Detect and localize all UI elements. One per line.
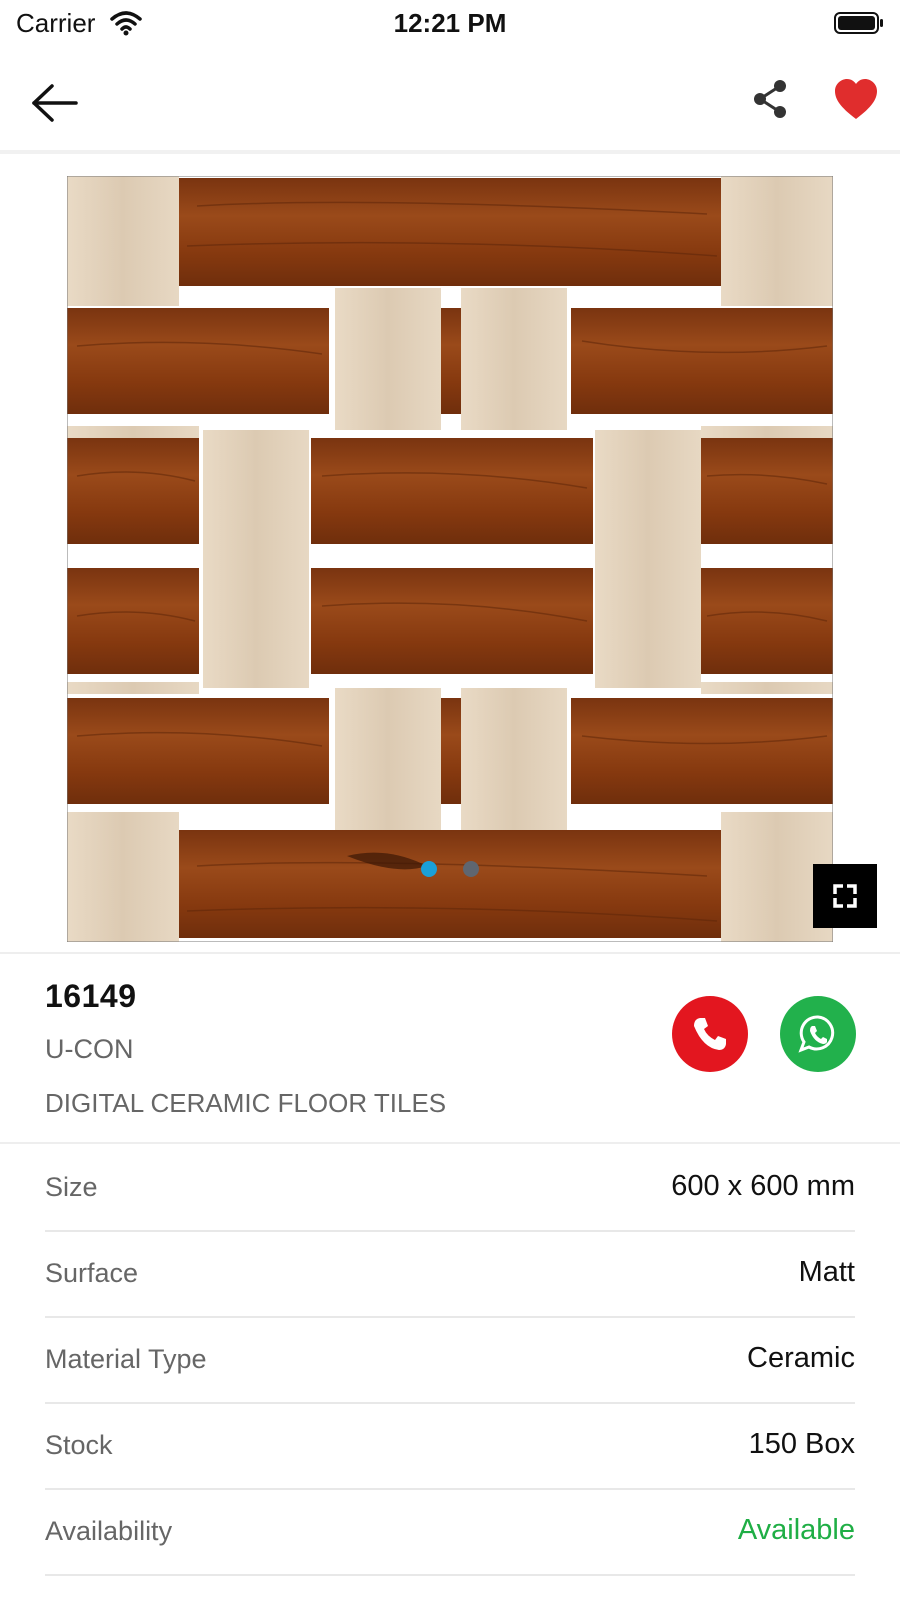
carousel-dot-1[interactable] (420, 861, 437, 877)
product-image-carousel[interactable] (0, 156, 900, 952)
spec-row-availability: Availability Available (45, 1490, 855, 1576)
spec-label: Material Type (45, 1344, 207, 1374)
clock: 12:21 PM (393, 8, 507, 38)
spec-value: 600 x 600 mm (671, 1170, 855, 1202)
whatsapp-button[interactable] (780, 996, 856, 1072)
nav-bar (0, 56, 900, 148)
product-id: 16149 (45, 978, 137, 1014)
back-arrow-icon[interactable] (28, 78, 84, 128)
spec-row-material-type: Material Type Ceramic (45, 1318, 855, 1404)
image-divider (0, 952, 900, 954)
status-bar: Carrier 12:21 PM (0, 0, 900, 48)
product-brand: U-CON (45, 1034, 134, 1064)
spec-row-stock: Stock 150 Box (45, 1404, 855, 1490)
tile-pattern-image (67, 176, 833, 942)
expand-icon (833, 884, 857, 908)
carousel-pagination (0, 861, 900, 881)
battery-icon (834, 12, 883, 34)
spec-row-size: Size 600 x 600 mm (45, 1146, 855, 1232)
share-icon[interactable] (748, 76, 792, 124)
info-divider (0, 1142, 900, 1144)
spec-label: Stock (45, 1430, 113, 1460)
spec-row-surface: Surface Matt (45, 1232, 855, 1318)
spec-value: Ceramic (747, 1342, 855, 1374)
call-button[interactable] (672, 996, 748, 1072)
phone-icon (694, 1018, 726, 1050)
whatsapp-icon (798, 1015, 835, 1053)
spec-label: Size (45, 1172, 98, 1202)
product-category: DIGITAL CERAMIC FLOOR TILES (45, 1088, 447, 1118)
carousel-dot-2[interactable] (463, 861, 480, 877)
spec-label: Availability (45, 1516, 173, 1546)
spec-label: Surface (45, 1258, 139, 1288)
fullscreen-button[interactable] (813, 864, 877, 928)
spec-value: 150 Box (748, 1428, 855, 1460)
nav-divider (0, 150, 900, 154)
availability-status: Available (737, 1514, 855, 1546)
spec-value: Matt (798, 1256, 855, 1288)
heart-icon[interactable] (832, 76, 880, 124)
